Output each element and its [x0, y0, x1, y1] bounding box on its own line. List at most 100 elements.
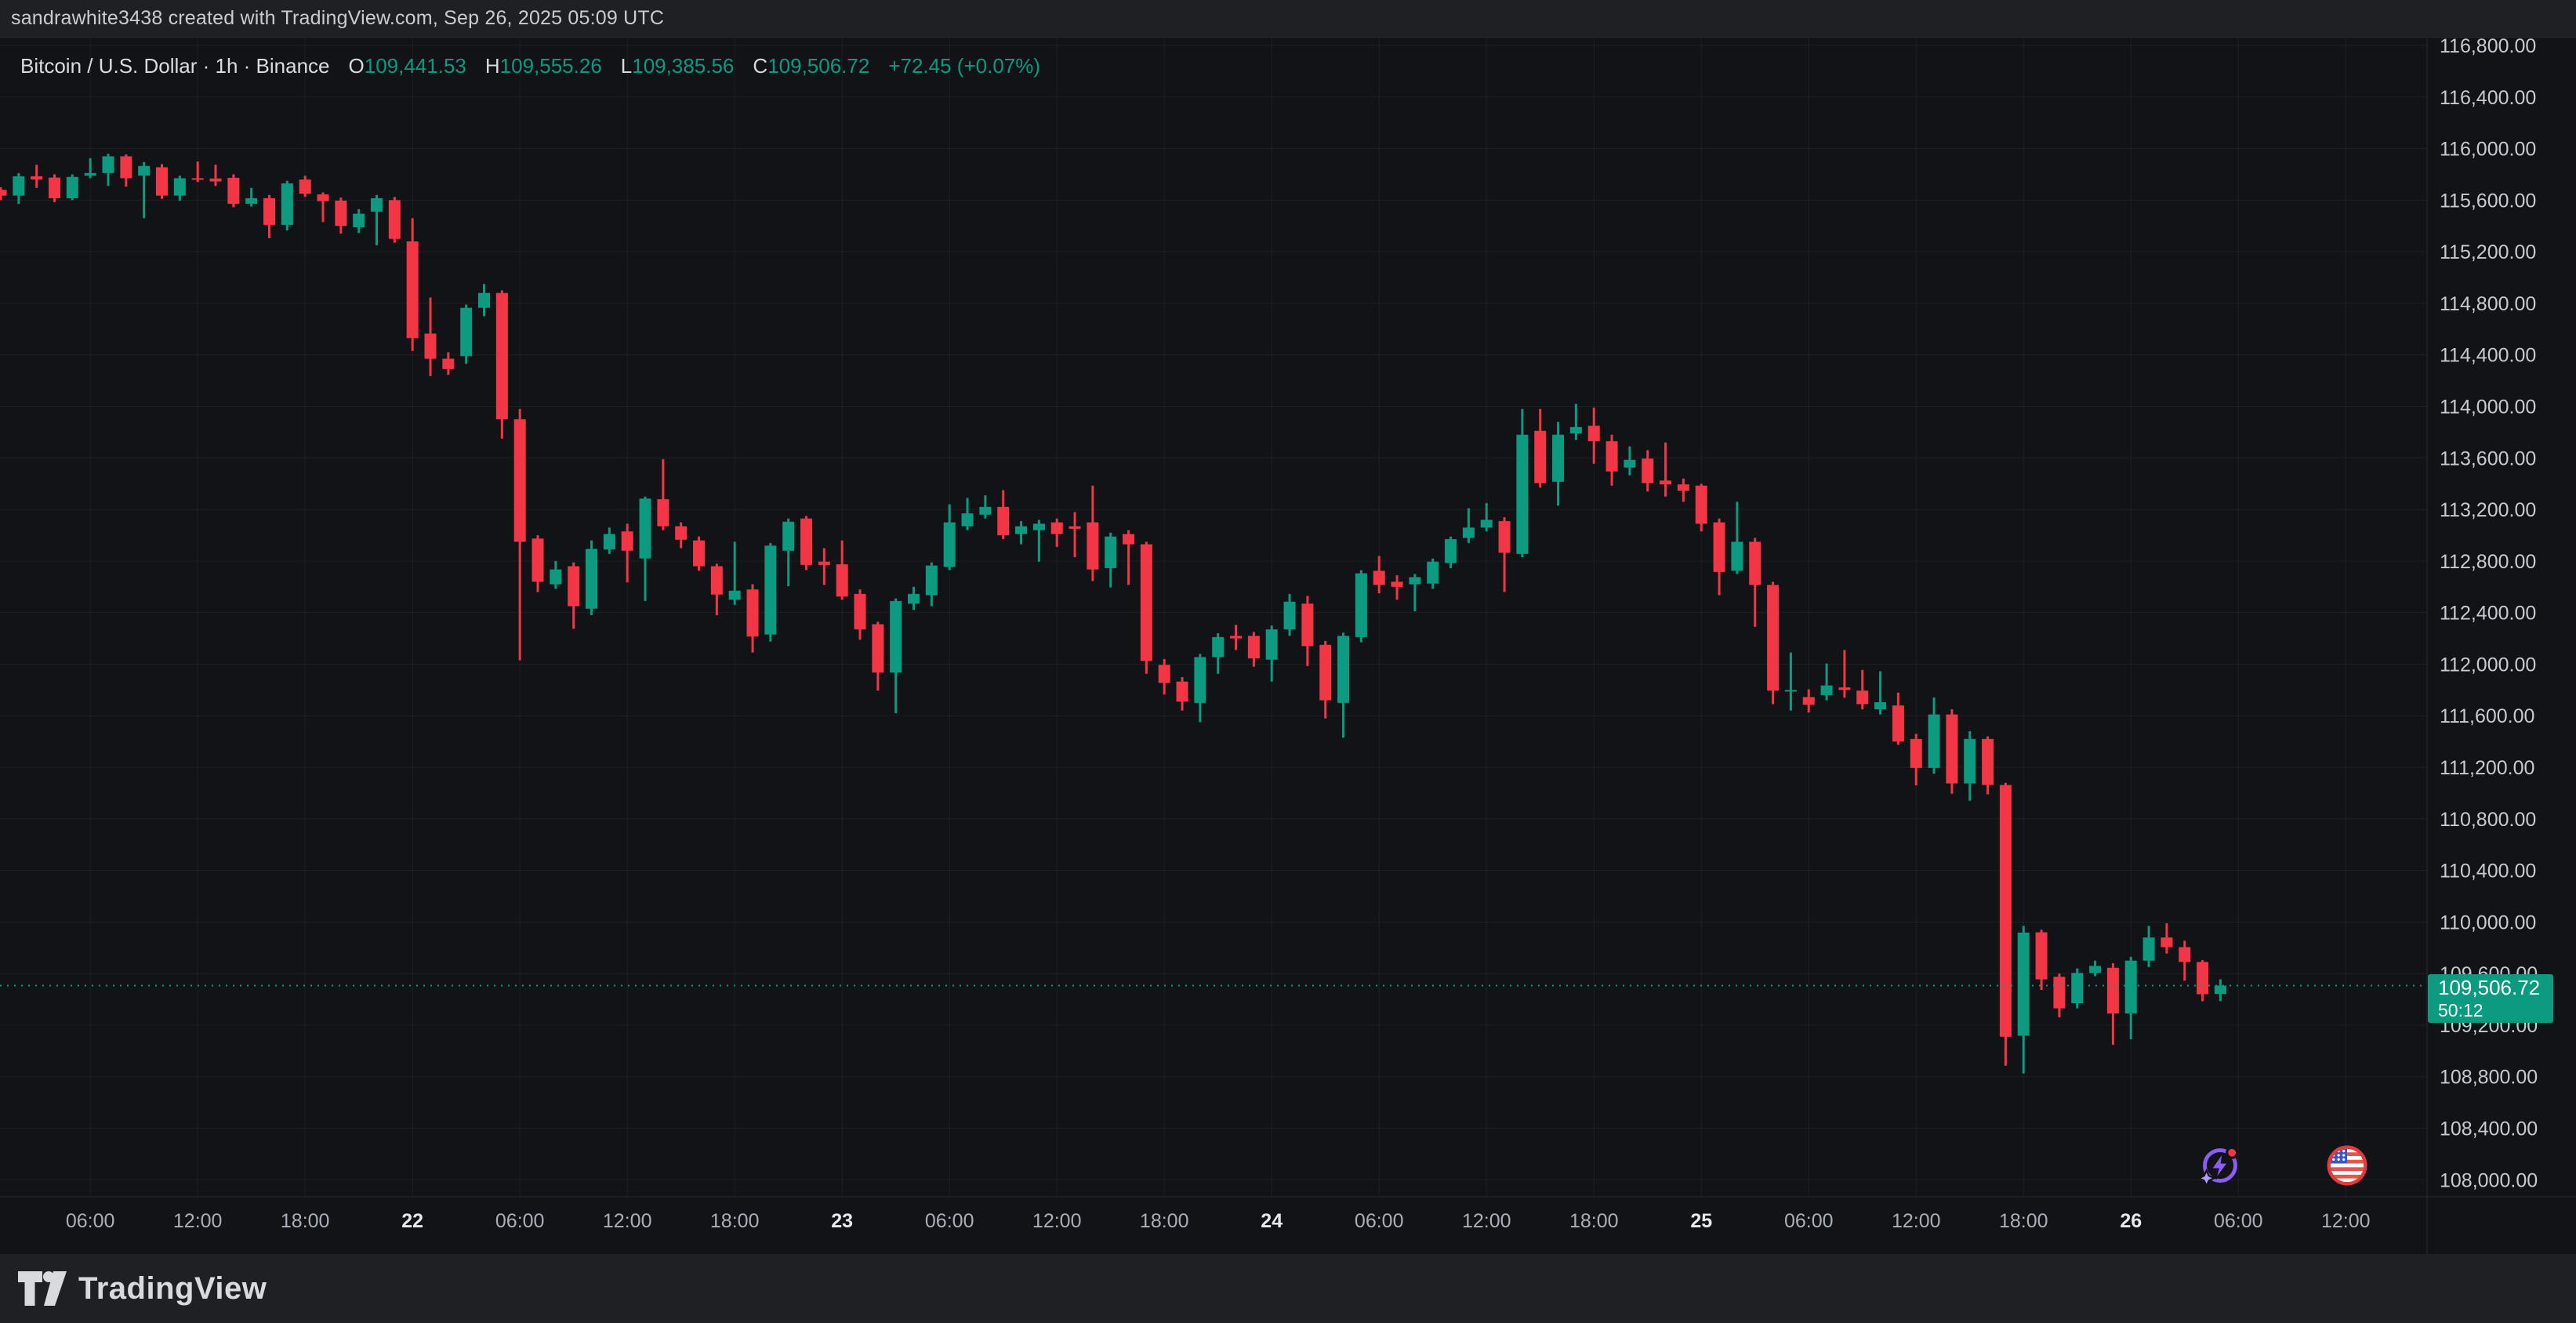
- candle-body: [1660, 480, 1671, 484]
- time-tick-label: 12:00: [1892, 1210, 1941, 1232]
- candle-body: [764, 546, 776, 634]
- time-tick-label: 24: [1261, 1210, 1283, 1232]
- candle: [425, 298, 437, 376]
- candle-wick: [1074, 512, 1076, 557]
- candle: [764, 543, 776, 642]
- candle-body: [836, 564, 848, 596]
- candle: [1516, 409, 1528, 557]
- candle-body: [371, 198, 383, 212]
- candle-body: [1248, 636, 1260, 658]
- candle-body: [2125, 961, 2137, 1013]
- time-tick-label: 12:00: [1462, 1210, 1511, 1232]
- tradingview-wordmark[interactable]: TradingView: [78, 1271, 267, 1307]
- candle-body: [782, 522, 794, 551]
- candle: [496, 290, 508, 438]
- candle-body: [31, 176, 42, 179]
- candle-body: [1069, 526, 1081, 528]
- time-tick-label: 06:00: [1784, 1210, 1834, 1232]
- candle: [1964, 731, 1976, 801]
- candle: [1874, 671, 1886, 714]
- candle-body: [1838, 687, 1850, 690]
- candle-body: [2089, 966, 2101, 973]
- time-tick-label: 18:00: [1140, 1210, 1189, 1232]
- candle: [1463, 508, 1475, 542]
- candle-body: [514, 419, 526, 542]
- symbol-legend[interactable]: Bitcoin / U.S. Dollar · 1h · Binance O10…: [20, 54, 1040, 78]
- price-tick-label: 108,400.00: [2440, 1118, 2538, 1140]
- candle-body: [1177, 682, 1188, 701]
- candle: [693, 537, 705, 571]
- candle-body: [442, 359, 454, 369]
- candle: [2018, 926, 2030, 1073]
- candle-body: [675, 526, 687, 539]
- close-value: C109,506.72: [753, 54, 869, 78]
- candle: [281, 181, 293, 230]
- candle-body: [1856, 690, 1868, 704]
- candle: [2125, 957, 2137, 1039]
- candle-body: [908, 594, 920, 604]
- candle-body: [2036, 933, 2048, 980]
- price-tick-label: 115,600.00: [2440, 190, 2536, 212]
- candle: [800, 516, 812, 570]
- candle-body: [2215, 986, 2226, 995]
- candle: [997, 490, 1009, 538]
- candle-body: [1337, 636, 1349, 703]
- candle-body: [1946, 715, 1957, 784]
- candle: [2197, 960, 2208, 1002]
- candle: [622, 524, 633, 582]
- candle: [1445, 537, 1457, 568]
- candle-body: [245, 198, 257, 204]
- price-tick-label: 108,800.00: [2440, 1067, 2538, 1089]
- candle: [1409, 574, 1420, 611]
- candle: [1499, 517, 1511, 592]
- attribution-text: sandrawhite3438 created with TradingView…: [11, 0, 664, 37]
- candle: [1266, 625, 1278, 682]
- candle-body: [890, 601, 902, 672]
- time-axis[interactable]: 06:0012:0018:002206:0012:0018:002306:001…: [66, 1210, 2371, 1232]
- candle-body: [138, 166, 150, 176]
- candle: [174, 176, 186, 201]
- candle-body: [1284, 602, 1296, 629]
- candle: [1767, 582, 1779, 704]
- candle-body: [550, 570, 561, 585]
- candle: [890, 599, 902, 713]
- candle: [1856, 670, 1868, 709]
- candle: [1696, 484, 1707, 531]
- candle: [2053, 973, 2065, 1017]
- candle-body: [263, 198, 275, 225]
- candle-body: [2161, 937, 2172, 947]
- candle: [2143, 926, 2155, 967]
- candle-body: [747, 589, 759, 636]
- candle-body: [1552, 435, 1564, 482]
- candle-body: [1785, 690, 1797, 691]
- candle: [532, 535, 544, 592]
- candle: [2000, 783, 2012, 1066]
- candle: [586, 541, 597, 615]
- candle: [227, 174, 239, 207]
- time-tick-label: 25: [1690, 1210, 1712, 1232]
- candle: [13, 173, 24, 204]
- lightning-circle-icon: [2200, 1145, 2240, 1186]
- candle-wick: [215, 165, 217, 186]
- chart-canvas[interactable]: 116,800.00116,400.00116,000.00115,600.00…: [0, 0, 2576, 1323]
- symbol-title[interactable]: Bitcoin / U.S. Dollar · 1h · Binance: [20, 54, 330, 78]
- candle: [1015, 521, 1027, 545]
- candle: [1624, 446, 1635, 475]
- tradingview-snapshot: 116,800.00116,400.00116,000.00115,600.00…: [0, 0, 2576, 1323]
- candle: [353, 209, 365, 233]
- candle: [407, 218, 419, 350]
- candle: [1892, 693, 1904, 745]
- candle-body: [1087, 523, 1098, 570]
- time-tick-label: 12:00: [2321, 1210, 2371, 1232]
- candle: [550, 561, 561, 589]
- candle: [979, 495, 991, 519]
- tradingview-logo[interactable]: [17, 1270, 67, 1307]
- candle: [299, 176, 311, 197]
- candle: [2179, 941, 2190, 980]
- candle-body: [281, 183, 293, 225]
- candle-body: [2107, 968, 2119, 1013]
- candle-body: [2018, 933, 2030, 1036]
- candle-body: [1355, 573, 1367, 636]
- candle-body: [460, 308, 472, 357]
- candle: [944, 505, 956, 571]
